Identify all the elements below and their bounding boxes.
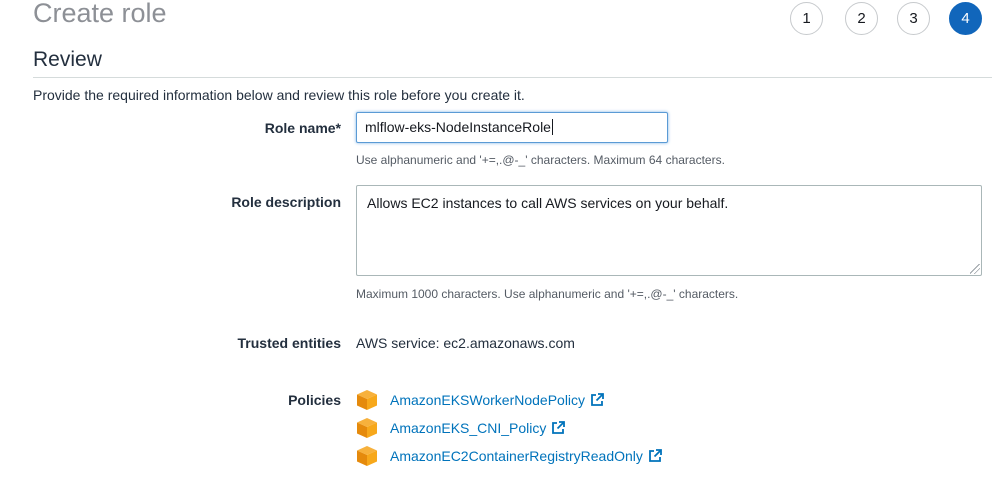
role-description-hint: Maximum 1000 characters. Use alphanumeri… — [356, 287, 739, 301]
policy-link[interactable]: AmazonEC2ContainerRegistryReadOnly — [390, 448, 643, 464]
resize-grip-icon[interactable] — [970, 264, 980, 274]
step-2[interactable]: 2 — [845, 2, 878, 35]
policy-link[interactable]: AmazonEKS_CNI_Policy — [390, 420, 546, 436]
policy-item: AmazonEC2ContainerRegistryReadOnly — [356, 444, 662, 468]
policies-label: Policies — [288, 392, 341, 408]
section-divider — [33, 77, 992, 78]
role-name-value: mlflow-eks-NodeInstanceRole — [365, 119, 551, 135]
policy-cube-icon — [357, 418, 377, 438]
step-4[interactable]: 4 — [949, 2, 982, 35]
trusted-entities-label: Trusted entities — [237, 335, 341, 351]
role-description-label: Role description — [231, 194, 341, 210]
role-name-input[interactable]: mlflow-eks-NodeInstanceRole — [356, 112, 668, 143]
policy-cube-icon — [357, 446, 377, 466]
role-name-label: Role name* — [264, 120, 341, 136]
role-name-hint: Use alphanumeric and '+=,.@-_' character… — [356, 153, 725, 167]
trusted-entities-value: AWS service: ec2.amazonaws.com — [356, 335, 575, 351]
policy-item: AmazonEKS_CNI_Policy — [356, 416, 566, 440]
section-title: Review — [33, 48, 102, 71]
text-caret — [551, 119, 553, 135]
policy-item: AmazonEKSWorkerNodePolicy — [356, 388, 604, 412]
external-link-icon[interactable] — [590, 393, 604, 407]
policy-link[interactable]: AmazonEKSWorkerNodePolicy — [390, 392, 585, 408]
external-link-icon[interactable] — [551, 421, 566, 435]
step-1[interactable]: 1 — [790, 2, 823, 35]
intro-text: Provide the required information below a… — [33, 87, 525, 103]
step-3[interactable]: 3 — [897, 2, 930, 35]
policy-cube-icon — [357, 390, 377, 410]
external-link-icon[interactable] — [648, 449, 662, 463]
role-description-value: Allows EC2 instances to call AWS service… — [367, 195, 729, 211]
role-description-textarea[interactable]: Allows EC2 instances to call AWS service… — [356, 185, 982, 276]
page-title: Create role — [33, 0, 167, 28]
